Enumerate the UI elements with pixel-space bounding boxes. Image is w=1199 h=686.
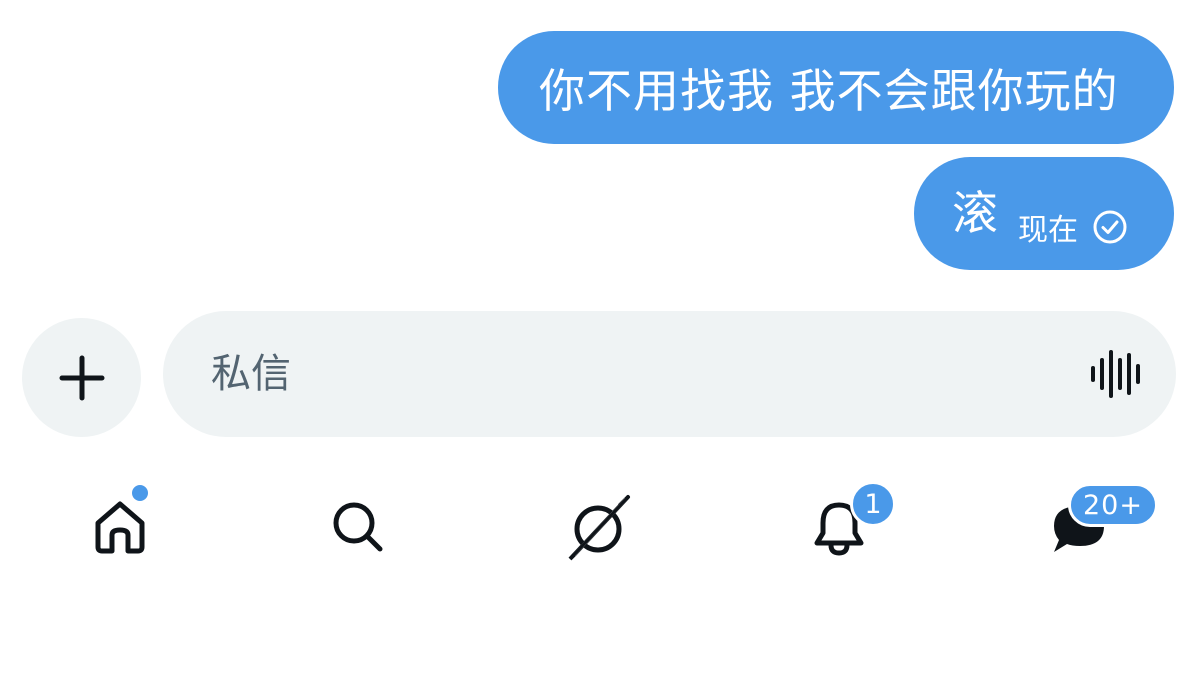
message-input[interactable] [209, 333, 1033, 415]
grok-icon [568, 495, 630, 561]
voice-waveform-icon[interactable] [1090, 349, 1144, 399]
dm-conversation-screen: 你不用找我 我不会跟你玩的 滚 现在 私信 1 20+ [0, 0, 1199, 686]
sent-check-icon [1093, 210, 1127, 243]
sent-message-bubble[interactable]: 你不用找我 我不会跟你玩的 [498, 31, 1174, 144]
new-content-dot [132, 485, 148, 501]
sent-message-bubble[interactable]: 滚 现在 [914, 157, 1174, 270]
message-composer [163, 311, 1176, 437]
messages-badge: 20+ [1068, 483, 1158, 527]
message-text: 你不用找我 我不会跟你玩的 [539, 63, 1119, 118]
message-timestamp: 现在 [1018, 212, 1078, 248]
message-meta: 现在 [1018, 205, 1128, 249]
notifications-badge: 1 [850, 481, 896, 527]
message-text: 滚 [952, 185, 998, 240]
plus-icon [59, 355, 104, 400]
add-media-button[interactable] [22, 318, 141, 437]
home-icon [95, 501, 145, 554]
search-icon [333, 502, 383, 552]
nav-home[interactable] [75, 482, 165, 572]
nav-grok[interactable] [553, 482, 643, 572]
nav-search[interactable] [313, 482, 403, 572]
